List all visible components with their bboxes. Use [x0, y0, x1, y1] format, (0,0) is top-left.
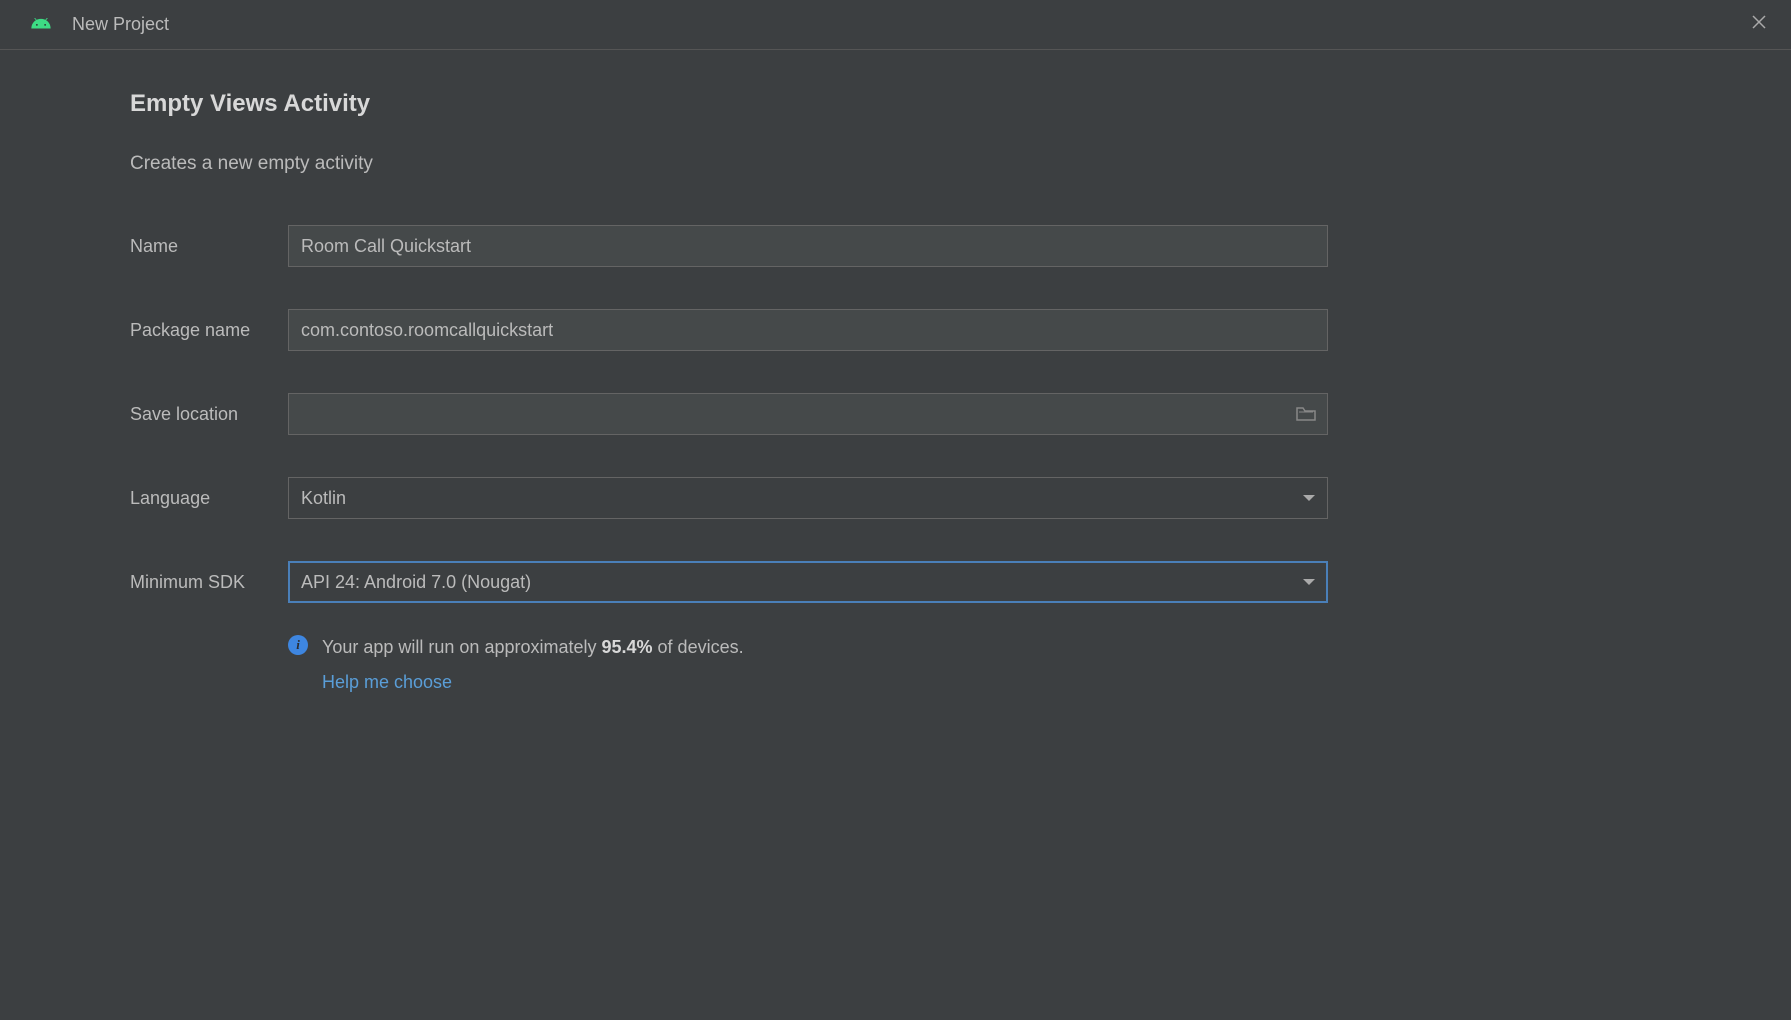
page-subtitle: Creates a new empty activity: [130, 153, 1661, 175]
device-coverage-text: Your app will run on approximately 95.4%…: [322, 633, 744, 662]
chevron-down-icon: [1303, 495, 1315, 501]
browse-folder-button[interactable]: [1296, 406, 1316, 422]
save-location-label: Save location: [130, 404, 288, 425]
language-label: Language: [130, 488, 288, 509]
package-name-label: Package name: [130, 320, 288, 341]
name-label: Name: [130, 236, 288, 257]
min-sdk-select-value: API 24: Android 7.0 (Nougat): [301, 572, 531, 593]
save-location-input[interactable]: [288, 393, 1328, 435]
form-row-name: Name: [130, 225, 1661, 267]
info-icon: i: [288, 635, 308, 655]
min-sdk-label: Minimum SDK: [130, 572, 288, 593]
language-select-value: Kotlin: [301, 488, 346, 509]
close-icon: [1751, 14, 1767, 30]
package-name-input[interactable]: [288, 309, 1328, 351]
help-me-choose-link[interactable]: Help me choose: [322, 672, 1661, 693]
chevron-down-icon: [1303, 579, 1315, 585]
title-bar: New Project: [0, 0, 1791, 50]
main-content: Empty Views Activity Creates a new empty…: [0, 50, 1791, 733]
window-title: New Project: [72, 14, 169, 35]
close-button[interactable]: [1751, 14, 1767, 30]
form-row-language: Language Kotlin: [130, 477, 1661, 519]
language-select[interactable]: Kotlin: [288, 477, 1328, 519]
name-input[interactable]: [288, 225, 1328, 267]
android-icon: [30, 18, 52, 32]
form-row-package: Package name: [130, 309, 1661, 351]
device-coverage-info: i Your app will run on approximately 95.…: [288, 633, 1661, 662]
folder-icon: [1296, 406, 1316, 422]
page-title: Empty Views Activity: [130, 90, 1661, 118]
min-sdk-select[interactable]: API 24: Android 7.0 (Nougat): [288, 561, 1328, 603]
form-row-save-location: Save location: [130, 393, 1661, 435]
form-row-min-sdk: Minimum SDK API 24: Android 7.0 (Nougat): [130, 561, 1661, 603]
